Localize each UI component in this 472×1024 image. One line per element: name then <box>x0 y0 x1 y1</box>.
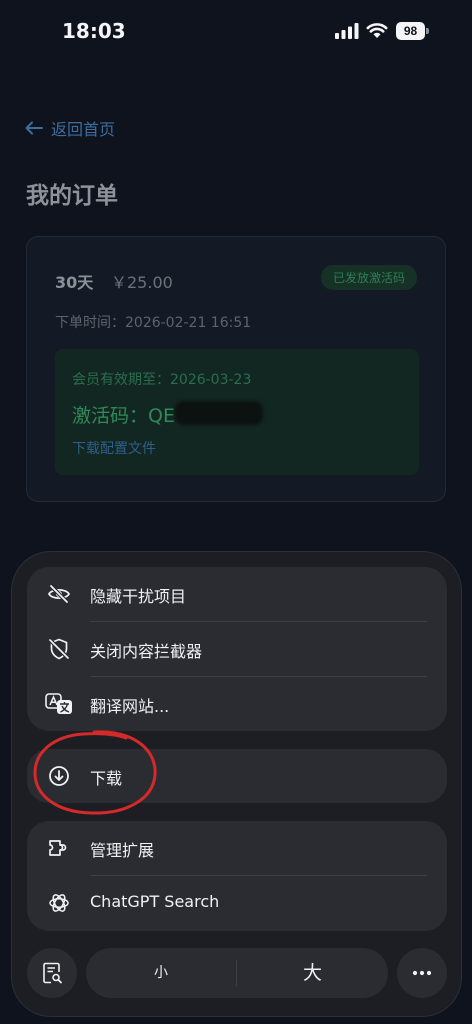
ellipsis-icon <box>412 970 432 976</box>
page-menu-sheet: 隐藏干扰项目 关闭内容拦截器 翻译网站... 下载 管理扩展 ChatGPT S… <box>11 551 462 1017</box>
status-time: 18:03 <box>62 19 126 43</box>
text-zoom-control: 小 大 <box>86 948 388 998</box>
menu-item-chatgpt-search[interactable]: ChatGPT Search <box>27 876 447 930</box>
download-config-link[interactable]: 下载配置文件 <box>72 438 156 458</box>
translate-icon <box>45 693 72 714</box>
order-card: 30天 ￥25.00 已发放激活码 下单时间：2026-02-21 16:51 … <box>26 236 446 502</box>
menu-item-manage-extensions[interactable]: 管理扩展 <box>27 821 447 875</box>
more-options-button[interactable] <box>397 948 447 998</box>
menu-item-label: 管理扩展 <box>90 841 155 860</box>
menu-item-translate-site[interactable]: 翻译网站... <box>27 677 447 731</box>
membership-expiry: 会员有效期至：2026-03-23 <box>72 372 252 388</box>
menu-item-label: 隐藏干扰项目 <box>90 587 187 606</box>
page-title: 我的订单 <box>26 183 118 209</box>
sheet-bottom-bar: 小 大 <box>12 948 463 1002</box>
wifi-icon <box>366 23 388 38</box>
eye-slash-icon <box>47 584 71 604</box>
chatgpt-icon <box>49 894 69 912</box>
page-search-icon <box>43 962 62 984</box>
cellular-signal-icon <box>335 23 359 39</box>
menu-item-label: 下载 <box>90 769 123 788</box>
menu-group-page-tools: 隐藏干扰项目 关闭内容拦截器 翻译网站... <box>27 567 447 731</box>
menu-item-disable-blockers[interactable]: 关闭内容拦截器 <box>27 622 447 676</box>
activation-code-box: 会员有效期至：2026-03-23 激活码：QE AOR 下载配置文件 <box>55 349 419 475</box>
back-home-link[interactable]: 返回首页 <box>25 116 115 140</box>
menu-group-extensions: 管理扩展 ChatGPT Search <box>27 821 447 931</box>
menu-item-label: 翻译网站... <box>90 697 170 716</box>
menu-item-download[interactable]: 下载 <box>27 749 447 803</box>
battery-tip <box>426 28 429 34</box>
arrow-left-icon <box>25 121 43 135</box>
reader-page-button[interactable] <box>27 948 77 998</box>
plan-name: 30天 <box>55 273 94 292</box>
plan-price: ￥25.00 <box>111 273 173 292</box>
extension-icon <box>49 840 67 856</box>
zoom-larger-button[interactable]: 大 <box>237 948 388 998</box>
status-bar: 18:03 98 <box>0 0 472 64</box>
menu-item-hide-distracting[interactable]: 隐藏干扰项目 <box>27 567 447 621</box>
menu-item-label: 关闭内容拦截器 <box>90 642 203 661</box>
download-circle-icon <box>49 766 69 786</box>
order-time: 下单时间：2026-02-21 16:51 <box>55 315 252 331</box>
menu-group-download: 下载 <box>27 749 447 803</box>
battery-indicator: 98 <box>396 22 429 40</box>
menu-item-label: ChatGPT Search <box>90 892 220 911</box>
battery-level: 98 <box>396 22 425 40</box>
shield-slash-icon <box>48 638 70 660</box>
back-home-label: 返回首页 <box>51 120 116 139</box>
status-badge: 已发放激活码 <box>320 265 417 290</box>
zoom-smaller-button[interactable]: 小 <box>86 948 236 998</box>
code-redaction-scribble <box>175 401 263 425</box>
